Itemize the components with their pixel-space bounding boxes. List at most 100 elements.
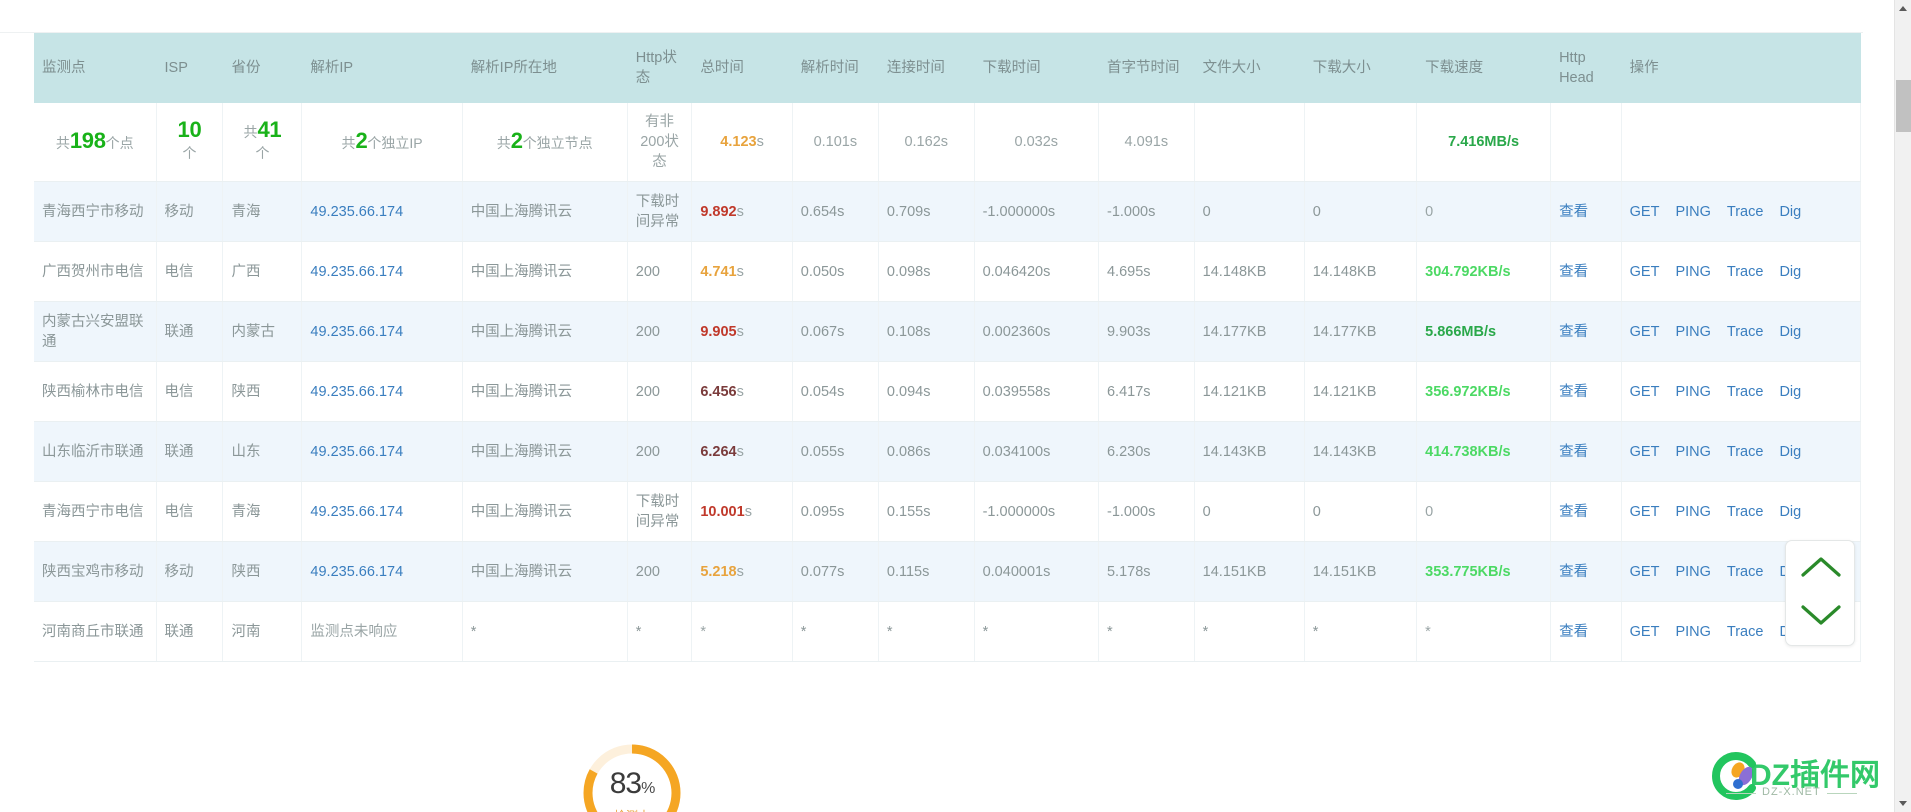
cell-resolved-ip[interactable]: 49.235.66.174 xyxy=(301,361,463,422)
action-dig-link[interactable]: Dig xyxy=(1779,264,1801,280)
cell-actions[interactable]: GET PING Trace Dig xyxy=(1621,241,1861,302)
header-file-size[interactable]: 文件大小 xyxy=(1194,33,1305,103)
action-dig-link[interactable]: Dig xyxy=(1779,444,1801,460)
cell-resolved-ip[interactable]: 49.235.66.174 xyxy=(301,181,463,242)
resolved-ip-link[interactable]: 49.235.66.174 xyxy=(310,264,403,280)
action-get-link[interactable]: GET xyxy=(1630,444,1660,460)
resolved-ip-link[interactable]: 49.235.66.174 xyxy=(310,204,403,220)
header-download-size[interactable]: 下载大小 xyxy=(1304,33,1418,103)
view-http-head-link[interactable]: 查看 xyxy=(1559,204,1588,220)
header-province[interactable]: 省份 xyxy=(222,33,303,103)
header-resolve-time[interactable]: 解析时间 xyxy=(792,33,879,103)
view-http-head-link[interactable]: 查看 xyxy=(1559,564,1588,580)
action-ping-link[interactable]: PING xyxy=(1675,444,1710,460)
header-first-byte-time[interactable]: 首字节时间 xyxy=(1098,33,1195,103)
action-ping-link[interactable]: PING xyxy=(1675,264,1710,280)
cell-http-head[interactable]: 查看 xyxy=(1550,601,1622,662)
results-table-container[interactable]: 监测点 ISP 省份 解析IP 解析IP所在地 Http状态 总时间 解析时间 … xyxy=(34,33,1861,812)
header-total-time[interactable]: 总时间 xyxy=(691,33,793,103)
resolved-ip-link[interactable]: 49.235.66.174 xyxy=(310,384,403,400)
cell-monitor: 陕西宝鸡市移动 xyxy=(34,541,157,602)
header-download-time[interactable]: 下载时间 xyxy=(974,33,1099,103)
summary-ip-prefix: 共 xyxy=(341,134,356,151)
view-http-head-link[interactable]: 查看 xyxy=(1559,504,1588,520)
view-http-head-link[interactable]: 查看 xyxy=(1559,384,1588,400)
action-trace-link[interactable]: Trace xyxy=(1727,264,1764,280)
scroll-navigation-widget[interactable] xyxy=(1785,540,1855,646)
scrollbar-thumb[interactable] xyxy=(1896,80,1911,132)
action-ping-link[interactable]: PING xyxy=(1675,384,1710,400)
cell-http-head[interactable]: 查看 xyxy=(1550,181,1622,242)
cell-actions[interactable]: GET PING Trace Dig xyxy=(1621,301,1861,362)
header-resolved-ip[interactable]: 解析IP xyxy=(301,33,463,103)
scroll-up-icon[interactable] xyxy=(1799,553,1843,581)
resolved-ip-link[interactable]: 49.235.66.174 xyxy=(310,324,403,340)
action-ping-link[interactable]: PING xyxy=(1675,324,1710,340)
cell-http-head[interactable]: 查看 xyxy=(1550,301,1622,362)
cell-actions[interactable]: GET PING Trace Dig xyxy=(1621,361,1861,422)
action-trace-link[interactable]: Trace xyxy=(1727,564,1764,580)
action-dig-link[interactable]: Dig xyxy=(1779,204,1801,220)
total-time-value: 6.264 xyxy=(700,443,737,460)
cell-download-size: 14.177KB xyxy=(1304,301,1418,362)
page-scrollbar[interactable] xyxy=(1894,0,1911,812)
header-monitor[interactable]: 监测点 xyxy=(34,33,157,103)
action-ping-link[interactable]: PING xyxy=(1675,204,1710,220)
action-ping-link[interactable]: PING xyxy=(1675,504,1710,520)
scrollbar-down-arrow-icon[interactable] xyxy=(1895,795,1911,812)
header-connect-time[interactable]: 连接时间 xyxy=(878,33,975,103)
action-get-link[interactable]: GET xyxy=(1630,504,1660,520)
action-ping-link[interactable]: PING xyxy=(1675,564,1710,580)
resolved-ip-link[interactable]: 49.235.66.174 xyxy=(310,564,403,580)
cell-resolved-ip[interactable]: 49.235.66.174 xyxy=(301,541,463,602)
cell-http-head[interactable]: 查看 xyxy=(1550,361,1622,422)
action-trace-link[interactable]: Trace xyxy=(1727,504,1764,520)
cell-resolved-ip[interactable]: 49.235.66.174 xyxy=(301,421,463,482)
cell-http-head[interactable]: 查看 xyxy=(1550,541,1622,602)
header-http-head[interactable]: Http Head xyxy=(1550,33,1622,103)
action-dig-link[interactable]: Dig xyxy=(1779,384,1801,400)
action-trace-link[interactable]: Trace xyxy=(1727,204,1764,220)
header-isp[interactable]: ISP xyxy=(156,33,224,103)
view-http-head-link[interactable]: 查看 xyxy=(1559,444,1588,460)
action-get-link[interactable]: GET xyxy=(1630,324,1660,340)
cell-http-head[interactable]: 查看 xyxy=(1550,481,1622,542)
cell-http-head[interactable]: 查看 xyxy=(1550,421,1622,482)
action-get-link[interactable]: GET xyxy=(1630,264,1660,280)
header-download-speed[interactable]: 下载速度 xyxy=(1416,33,1552,103)
action-trace-link[interactable]: Trace xyxy=(1727,624,1764,640)
cell-actions[interactable]: GET PING Trace Dig xyxy=(1621,481,1861,542)
progress-circle: 83% 检测中 xyxy=(576,737,688,812)
cell-resolved-ip[interactable]: 49.235.66.174 xyxy=(301,241,463,302)
action-trace-link[interactable]: Trace xyxy=(1727,384,1764,400)
action-get-link[interactable]: GET xyxy=(1630,384,1660,400)
cell-resolved-ip[interactable]: 49.235.66.174 xyxy=(301,301,463,362)
action-get-link[interactable]: GET xyxy=(1630,564,1660,580)
action-get-link[interactable]: GET xyxy=(1630,204,1660,220)
total-time-unit: s xyxy=(736,203,744,220)
action-trace-link[interactable]: Trace xyxy=(1727,444,1764,460)
cell-actions[interactable]: GET PING Trace Dig xyxy=(1621,181,1861,242)
action-get-link[interactable]: GET xyxy=(1630,624,1660,640)
cell-actions[interactable]: GET PING Trace Dig xyxy=(1621,421,1861,482)
total-time-value: 10.001 xyxy=(700,503,745,520)
resolved-ip-link[interactable]: 49.235.66.174 xyxy=(310,504,403,520)
header-actions[interactable]: 操作 xyxy=(1621,33,1861,103)
resolved-ip-link[interactable]: 49.235.66.174 xyxy=(310,444,403,460)
view-http-head-link[interactable]: 查看 xyxy=(1559,264,1588,280)
header-http-status[interactable]: Http状态 xyxy=(627,33,693,103)
cell-http-head[interactable]: 查看 xyxy=(1550,241,1622,302)
action-ping-link[interactable]: PING xyxy=(1675,624,1710,640)
table-row: 广西贺州市电信 电信 广西 49.235.66.174 中国上海腾讯云 200 4.741s… xyxy=(34,241,1861,302)
scrollbar-up-arrow-icon[interactable] xyxy=(1895,0,1911,17)
scroll-down-icon[interactable] xyxy=(1799,601,1843,629)
header-ip-location[interactable]: 解析IP所在地 xyxy=(462,33,628,103)
view-http-head-link[interactable]: 查看 xyxy=(1559,624,1588,640)
action-dig-link[interactable]: Dig xyxy=(1779,324,1801,340)
action-dig-link[interactable]: Dig xyxy=(1779,504,1801,520)
view-http-head-link[interactable]: 查看 xyxy=(1559,324,1588,340)
cell-resolved-ip[interactable]: 49.235.66.174 xyxy=(301,481,463,542)
action-trace-link[interactable]: Trace xyxy=(1727,324,1764,340)
cell-total-time: * xyxy=(691,601,793,662)
download-speed-value: 414.738KB/s xyxy=(1425,443,1511,460)
